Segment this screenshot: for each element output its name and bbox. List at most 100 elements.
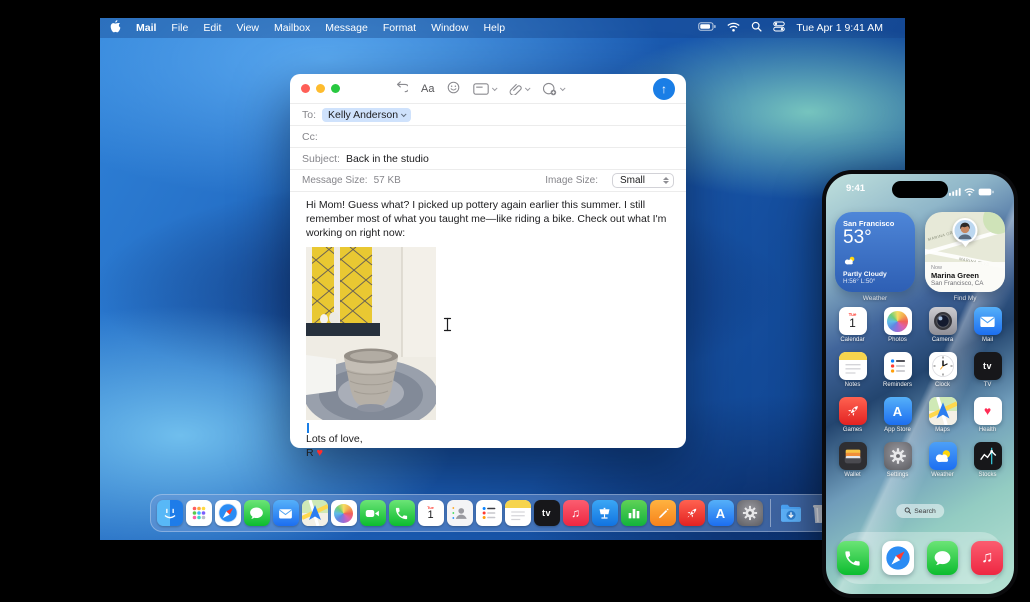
- to-field[interactable]: To: Kelly Anderson: [290, 104, 686, 126]
- dock-messages-icon[interactable]: [243, 500, 270, 526]
- app-photos-icon[interactable]: [883, 307, 912, 335]
- dock-games-icon[interactable]: [678, 500, 705, 526]
- iphone-status-bar: 9:41: [826, 183, 1014, 201]
- app-settings-icon[interactable]: [883, 442, 912, 470]
- iphone-dock: ♫: [837, 532, 1003, 584]
- menu-item-format[interactable]: Format: [383, 22, 416, 34]
- signature-closing: Lots of love,: [306, 432, 363, 445]
- format-text-button[interactable]: Aa: [421, 83, 434, 95]
- spotlight-search-pill[interactable]: Search: [896, 504, 944, 518]
- dock-tv-icon[interactable]: tv: [533, 500, 560, 526]
- dock-music-icon[interactable]: ♫: [971, 541, 1003, 575]
- dock-mail-icon[interactable]: [272, 500, 299, 526]
- dock-pages-icon[interactable]: [649, 500, 676, 526]
- subject-field[interactable]: Subject: Back in the studio: [290, 148, 686, 170]
- menu-app-name[interactable]: Mail: [136, 22, 156, 34]
- app-camera-icon[interactable]: [928, 307, 957, 335]
- menu-item-file[interactable]: File: [171, 22, 188, 34]
- dock-settings-icon[interactable]: [736, 500, 763, 526]
- cc-label: Cc:: [302, 130, 318, 143]
- dock-safari-icon[interactable]: [214, 500, 241, 526]
- dock-contacts-icon[interactable]: [446, 500, 473, 526]
- app-appstore-icon[interactable]: A: [883, 397, 912, 425]
- app-notes-icon[interactable]: [838, 352, 867, 380]
- menu-clock[interactable]: Tue Apr 1 9:41 AM: [796, 22, 883, 34]
- heart-emoji: ♥: [316, 447, 324, 460]
- app-mail-icon[interactable]: [973, 307, 1002, 335]
- app-calendar-icon[interactable]: Tue 1: [838, 307, 867, 335]
- wifi-icon: [964, 183, 975, 201]
- subject-value: Back in the studio: [345, 152, 429, 165]
- dock-notes-icon[interactable]: [504, 500, 531, 526]
- attachment-icon[interactable]: [509, 82, 532, 95]
- dock-facetime-icon[interactable]: [359, 500, 386, 526]
- image-size-select[interactable]: Small: [612, 173, 674, 188]
- cellular-signal-icon: [949, 183, 961, 201]
- findmy-widget-label: Find My: [953, 295, 977, 302]
- partly-cloudy-icon: [843, 252, 907, 270]
- dock-launchpad-icon[interactable]: [185, 500, 212, 526]
- subject-label: Subject:: [302, 152, 340, 165]
- zoom-window-button[interactable]: [331, 84, 340, 93]
- iphone-clock: 9:41: [846, 183, 866, 194]
- search-label: Search: [914, 507, 936, 515]
- send-button[interactable]: ↑: [653, 77, 675, 100]
- dock-maps-icon[interactable]: [301, 500, 328, 526]
- spotlight-search-icon[interactable]: [751, 21, 762, 35]
- app-wallet-icon[interactable]: [838, 442, 867, 470]
- dock-reminders-icon[interactable]: [475, 500, 502, 526]
- dock-music-icon[interactable]: ♫: [562, 500, 589, 526]
- app-stocks-icon[interactable]: [973, 442, 1002, 470]
- weather-widget-label: Weather: [862, 295, 888, 302]
- apple-menu-icon[interactable]: [110, 20, 121, 36]
- mac-desktop: Mail File Edit View Mailbox Message Form…: [100, 18, 905, 540]
- dock-phone-icon[interactable]: [388, 500, 415, 526]
- dock-numbers-icon[interactable]: [620, 500, 647, 526]
- app-tv-icon[interactable]: tv: [973, 352, 1002, 380]
- signature-line: R ♥: [306, 447, 324, 460]
- minimize-window-button[interactable]: [316, 84, 325, 93]
- dock-photos-icon[interactable]: [330, 500, 357, 526]
- dock-messages-icon[interactable]: [926, 541, 959, 575]
- menu-item-mailbox[interactable]: Mailbox: [274, 22, 310, 34]
- dock-downloads-icon[interactable]: [778, 500, 804, 526]
- control-center-icon[interactable]: [773, 21, 786, 35]
- dock-safari-icon[interactable]: [881, 541, 914, 575]
- emoji-icon[interactable]: [447, 81, 460, 97]
- findmy-widget[interactable]: MARINA GREEN DR MARINA BLVD Now Marina G…: [925, 212, 1005, 292]
- weather-widget[interactable]: San Francisco 53° Partly Cloudy H:56° L:…: [835, 212, 915, 292]
- app-games-icon[interactable]: [838, 397, 867, 425]
- wifi-icon[interactable]: [727, 22, 741, 35]
- message-size-label: Message Size:: [302, 175, 368, 186]
- menu-bar: Mail File Edit View Mailbox Message Form…: [100, 18, 905, 38]
- dock-calendar-icon[interactable]: Tue 1: [417, 500, 444, 526]
- dock-keynote-icon[interactable]: [591, 500, 618, 526]
- menu-item-help[interactable]: Help: [483, 22, 505, 34]
- message-body[interactable]: Hi Mom! Guess what? I picked up pottery …: [290, 192, 686, 461]
- menu-item-edit[interactable]: Edit: [203, 22, 221, 34]
- menu-item-message[interactable]: Message: [325, 22, 368, 34]
- body-paragraph: Hi Mom! Guess what? I picked up pottery …: [306, 199, 667, 239]
- image-size-label: Image Size:: [545, 175, 598, 186]
- close-window-button[interactable]: [301, 84, 310, 93]
- header-fields-button[interactable]: [473, 82, 499, 95]
- dock-finder-icon[interactable]: [156, 500, 183, 526]
- battery-icon[interactable]: [698, 22, 717, 34]
- recipient-token[interactable]: Kelly Anderson: [322, 107, 412, 122]
- app-reminders-icon[interactable]: [883, 352, 912, 380]
- findmy-avatar-pin: [952, 218, 978, 247]
- app-health-icon[interactable]: ♥: [973, 397, 1002, 425]
- app-clock-icon[interactable]: [928, 352, 957, 380]
- menu-item-view[interactable]: View: [236, 22, 259, 34]
- dock-appstore-icon[interactable]: A: [707, 500, 734, 526]
- message-size-value: 57 KB: [373, 175, 401, 186]
- dock-divider: [769, 499, 771, 527]
- pottery-photo[interactable]: [306, 246, 436, 420]
- insert-photo-icon[interactable]: [542, 82, 567, 96]
- dock-phone-icon[interactable]: [837, 541, 869, 575]
- app-maps-icon[interactable]: [928, 397, 957, 425]
- cc-field[interactable]: Cc:: [290, 126, 686, 148]
- undo-icon[interactable]: [394, 80, 410, 97]
- app-weather-icon[interactable]: [928, 442, 957, 470]
- menu-item-window[interactable]: Window: [431, 22, 468, 34]
